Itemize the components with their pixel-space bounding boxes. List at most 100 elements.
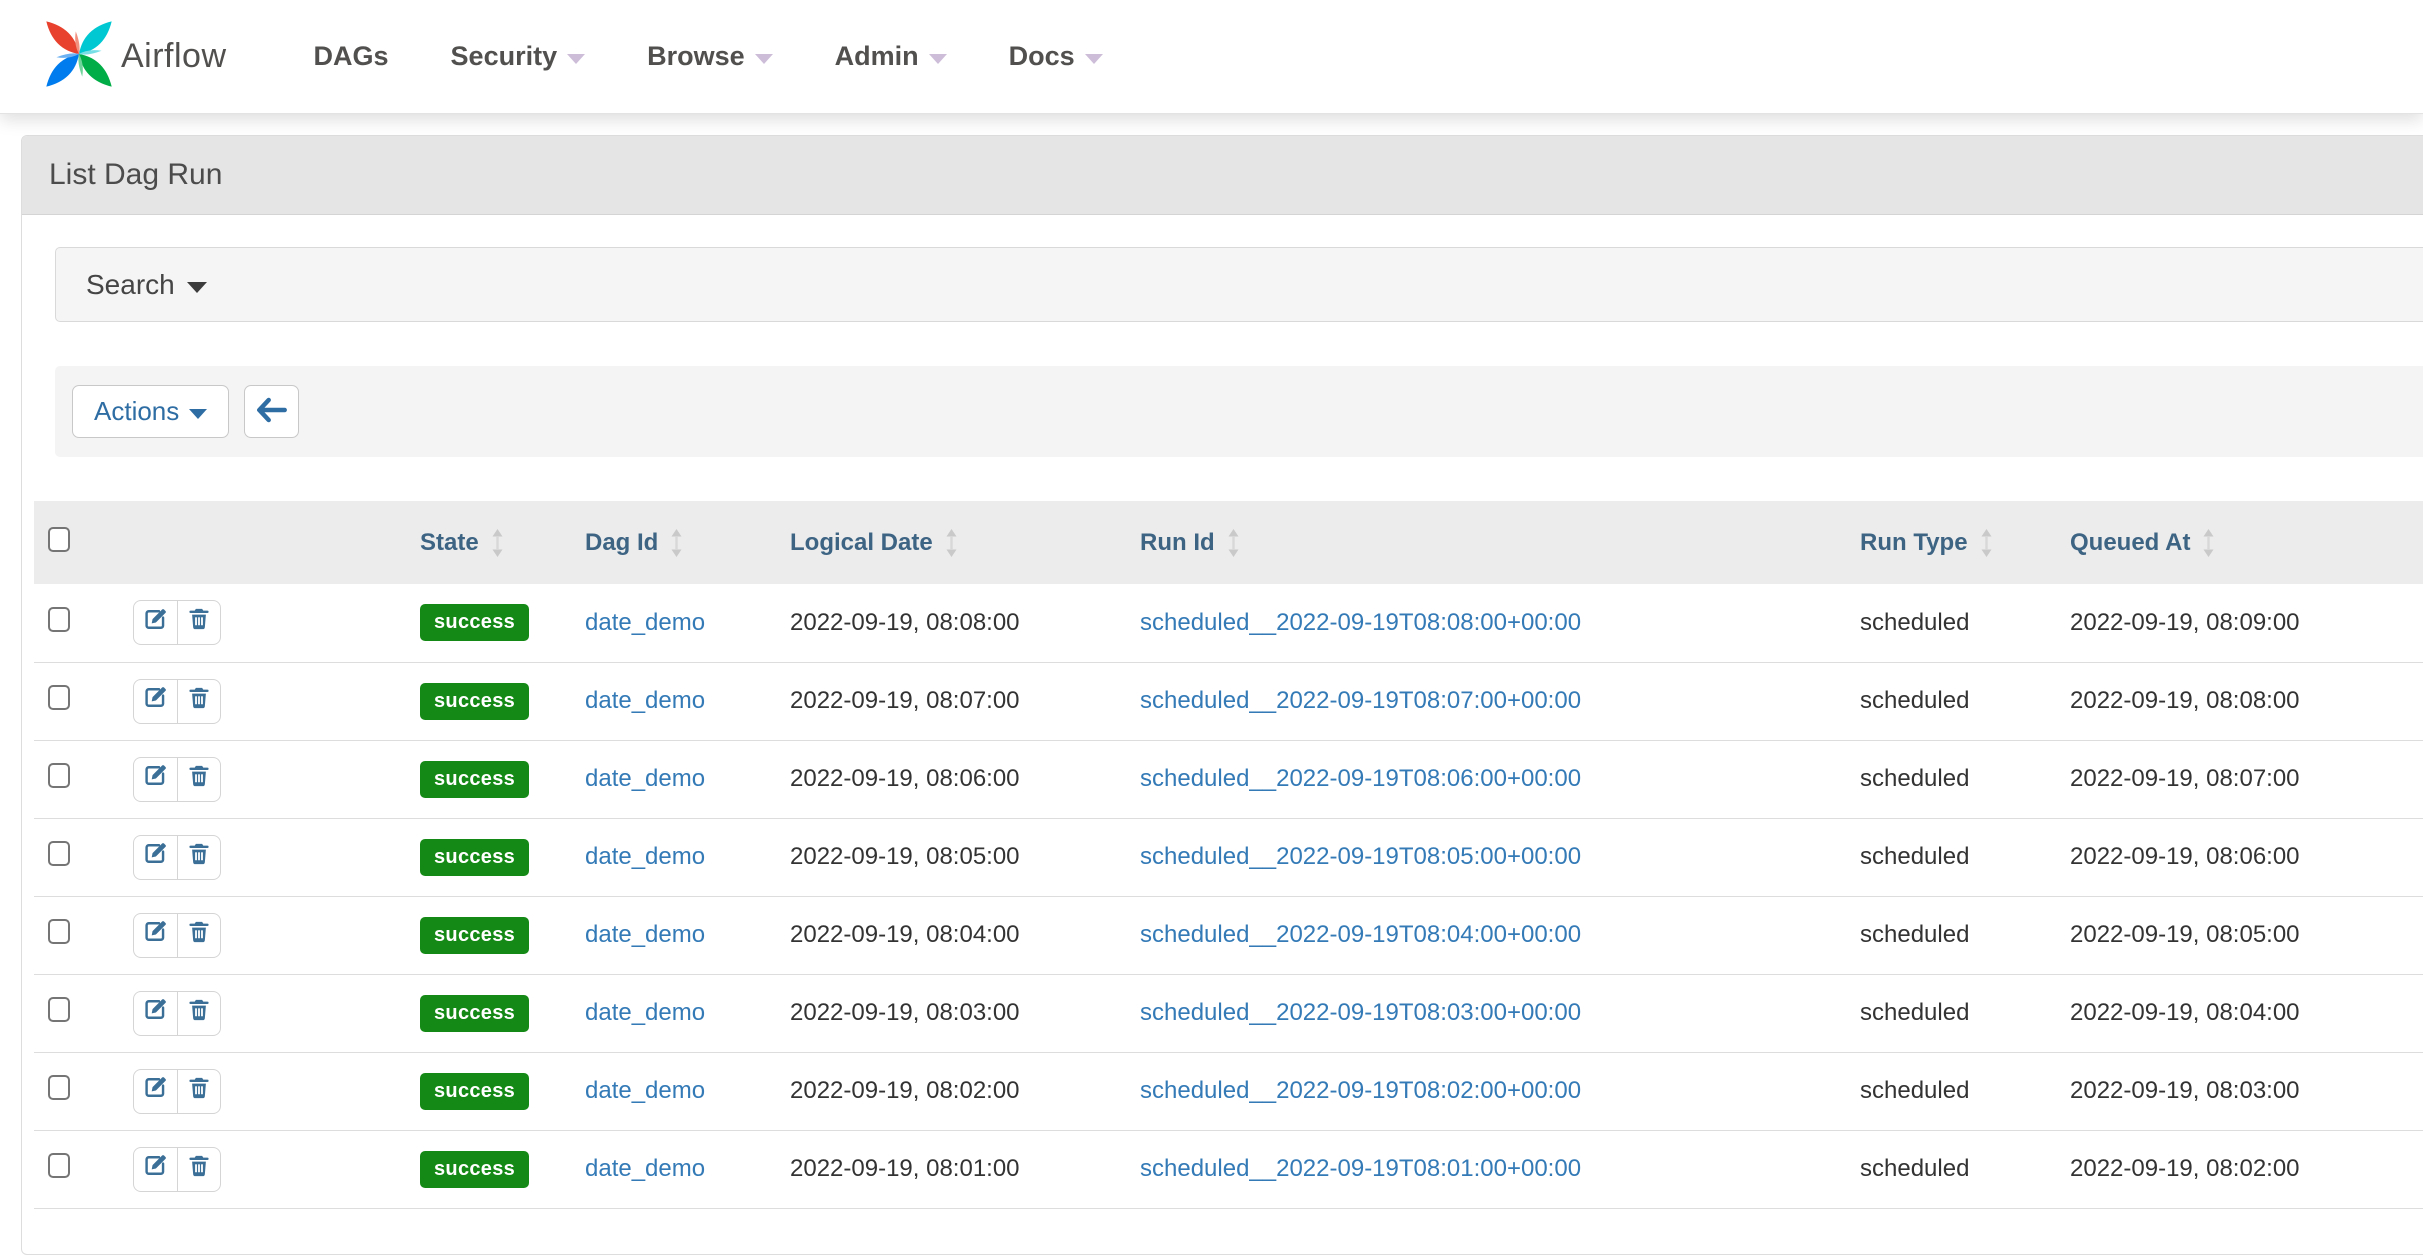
queued-at-cell: 2022-09-19, 08:02:00 xyxy=(2070,1130,2423,1208)
row-actions-group xyxy=(133,1147,221,1192)
edit-run-button[interactable] xyxy=(133,1147,177,1192)
dag-id-link[interactable]: date_demo xyxy=(585,921,705,948)
actions-cell xyxy=(130,974,420,1052)
delete-run-button[interactable] xyxy=(177,757,221,802)
nav-link-browse[interactable]: Browse xyxy=(616,41,804,72)
row-checkbox[interactable] xyxy=(48,607,70,632)
caret-down-icon xyxy=(755,54,773,64)
state-cell: success xyxy=(420,974,585,1052)
actions-dropdown-button[interactable]: Actions xyxy=(72,385,229,438)
logical-date-cell: 2022-09-19, 08:07:00 xyxy=(790,662,1140,740)
nav-link-dags[interactable]: DAGs xyxy=(283,41,420,72)
run-id-link[interactable]: scheduled__2022-09-19T08:01:00+00:00 xyxy=(1140,1155,1581,1182)
run-type-cell: scheduled xyxy=(1860,974,2070,1052)
row-checkbox[interactable] xyxy=(48,685,70,710)
actions-toolbar: Actions xyxy=(55,366,2423,457)
dag-id-link[interactable]: date_demo xyxy=(585,1077,705,1104)
trash-icon xyxy=(186,685,212,718)
run-id-link[interactable]: scheduled__2022-09-19T08:07:00+00:00 xyxy=(1140,687,1581,714)
back-button[interactable] xyxy=(244,385,299,438)
row-actions-group xyxy=(133,913,221,958)
sort-toggle[interactable]: Run Type xyxy=(1860,527,2070,559)
column-header-logical-date: Logical Date xyxy=(790,501,1140,584)
column-header-run-id: Run Id xyxy=(1140,501,1860,584)
row-checkbox[interactable] xyxy=(48,1153,70,1178)
column-label: Run Id xyxy=(1140,529,1215,557)
dag-id-cell: date_demo xyxy=(585,896,790,974)
edit-run-button[interactable] xyxy=(133,679,177,724)
nav-link-security[interactable]: Security xyxy=(420,41,617,72)
caret-down-icon xyxy=(187,282,207,293)
sort-toggle[interactable]: State xyxy=(420,527,585,559)
nav-link-docs[interactable]: Docs xyxy=(978,41,1134,72)
state-badge: success xyxy=(420,917,529,954)
run-id-link[interactable]: scheduled__2022-09-19T08:03:00+00:00 xyxy=(1140,999,1581,1026)
row-checkbox[interactable] xyxy=(48,997,70,1022)
delete-run-button[interactable] xyxy=(177,679,221,724)
state-badge: success xyxy=(420,683,529,720)
dag-id-cell: date_demo xyxy=(585,662,790,740)
nav-link-admin[interactable]: Admin xyxy=(804,41,978,72)
edit-icon xyxy=(142,996,169,1030)
run-id-link[interactable]: scheduled__2022-09-19T08:08:00+00:00 xyxy=(1140,609,1581,636)
state-cell: success xyxy=(420,584,585,662)
dag-id-link[interactable]: date_demo xyxy=(585,609,705,636)
edit-run-button[interactable] xyxy=(133,757,177,802)
sort-toggle[interactable]: Run Id xyxy=(1140,527,1860,559)
queued-at-cell: 2022-09-19, 08:08:00 xyxy=(2070,662,2423,740)
search-label: Search xyxy=(86,269,175,301)
run-id-link[interactable]: scheduled__2022-09-19T08:06:00+00:00 xyxy=(1140,765,1581,792)
dag-id-link[interactable]: date_demo xyxy=(585,843,705,870)
state-cell: success xyxy=(420,1130,585,1208)
queued-at-cell: 2022-09-19, 08:04:00 xyxy=(2070,974,2423,1052)
trash-icon xyxy=(186,1075,212,1108)
delete-run-button[interactable] xyxy=(177,1147,221,1192)
dag-id-link[interactable]: date_demo xyxy=(585,687,705,714)
delete-run-button[interactable] xyxy=(177,1069,221,1114)
table-row: successdate_demo2022-09-19, 08:02:00sche… xyxy=(34,1052,2423,1130)
airflow-brand[interactable]: Airflow xyxy=(41,16,227,97)
select-all-checkbox[interactable] xyxy=(48,527,70,552)
sort-toggle[interactable]: Queued At xyxy=(2070,527,2423,559)
edit-run-button[interactable] xyxy=(133,600,177,645)
dag-id-link[interactable]: date_demo xyxy=(585,999,705,1026)
column-header-run-type: Run Type xyxy=(1860,501,2070,584)
select-cell xyxy=(34,1052,130,1130)
trash-icon xyxy=(186,919,212,952)
list-dag-run-panel: List Dag Run Search Actions xyxy=(21,135,2423,1255)
row-checkbox[interactable] xyxy=(48,763,70,788)
edit-run-button[interactable] xyxy=(133,835,177,880)
search-dropdown[interactable]: Search xyxy=(55,247,2423,322)
nav-label: Docs xyxy=(1009,41,1075,72)
row-checkbox[interactable] xyxy=(48,1075,70,1100)
row-checkbox[interactable] xyxy=(48,919,70,944)
edit-run-button[interactable] xyxy=(133,913,177,958)
edit-run-button[interactable] xyxy=(133,991,177,1036)
edit-icon xyxy=(142,1074,169,1108)
run-id-link[interactable]: scheduled__2022-09-19T08:02:00+00:00 xyxy=(1140,1077,1581,1104)
edit-run-button[interactable] xyxy=(133,1069,177,1114)
table-header-row: StateDag IdLogical Date Run Id Run TypeQue… xyxy=(34,501,2423,584)
row-checkbox[interactable] xyxy=(48,841,70,866)
back-icon xyxy=(256,396,288,427)
select-cell xyxy=(34,974,130,1052)
delete-run-button[interactable] xyxy=(177,991,221,1036)
dag-id-link[interactable]: date_demo xyxy=(585,1155,705,1182)
column-label: Logical Date xyxy=(790,529,933,557)
run-type-cell: scheduled xyxy=(1860,584,2070,662)
sort-toggle[interactable]: Logical Date xyxy=(790,527,1140,559)
delete-run-button[interactable] xyxy=(177,835,221,880)
nav-label: Browse xyxy=(647,41,745,72)
sort-toggle[interactable]: Dag Id xyxy=(585,527,790,559)
select-cell xyxy=(34,740,130,818)
delete-run-button[interactable] xyxy=(177,913,221,958)
delete-run-button[interactable] xyxy=(177,600,221,645)
state-cell: success xyxy=(420,1052,585,1130)
row-actions-group xyxy=(133,991,221,1036)
select-cell xyxy=(34,896,130,974)
run-id-link[interactable]: scheduled__2022-09-19T08:04:00+00:00 xyxy=(1140,921,1581,948)
trash-icon xyxy=(186,997,212,1030)
run-id-link[interactable]: scheduled__2022-09-19T08:05:00+00:00 xyxy=(1140,843,1581,870)
dag-id-link[interactable]: date_demo xyxy=(585,765,705,792)
dag-id-cell: date_demo xyxy=(585,974,790,1052)
